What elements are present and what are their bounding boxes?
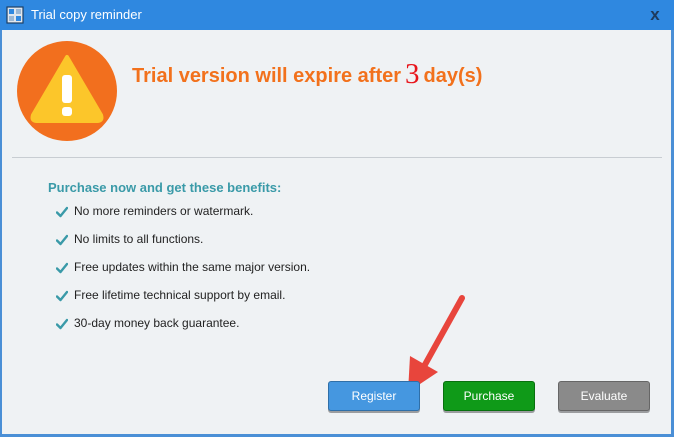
- divider: [12, 157, 662, 158]
- benefit-text: Free lifetime technical support by email…: [74, 288, 286, 302]
- close-button[interactable]: x: [644, 5, 666, 25]
- benefit-text: No limits to all functions.: [74, 232, 204, 246]
- window-title: Trial copy reminder: [31, 7, 142, 22]
- benefits-title: Purchase now and get these benefits:: [48, 180, 282, 195]
- list-item: 30-day money back guarantee.: [56, 316, 310, 344]
- list-item: Free lifetime technical support by email…: [56, 288, 310, 316]
- heading-prefix: Trial version will expire after: [132, 65, 402, 87]
- app-icon: [6, 6, 24, 24]
- list-item: No more reminders or watermark.: [56, 204, 310, 232]
- benefit-text: 30-day money back guarantee.: [74, 316, 240, 330]
- benefit-text: No more reminders or watermark.: [74, 204, 254, 218]
- check-icon: [56, 206, 68, 218]
- trial-reminder-dialog: Trial copy reminder x Trial version will…: [0, 0, 674, 437]
- check-icon: [56, 262, 68, 274]
- check-icon: [56, 234, 68, 246]
- benefit-text: Free updates within the same major versi…: [74, 260, 311, 274]
- title-bar[interactable]: Trial copy reminder x: [0, 0, 674, 30]
- check-icon: [56, 290, 68, 302]
- benefit-list: No more reminders or watermark. No limit…: [56, 204, 310, 344]
- heading-suffix: day(s): [423, 65, 483, 87]
- close-icon: x: [650, 5, 660, 24]
- list-item: Free updates within the same major versi…: [56, 260, 310, 288]
- register-button[interactable]: Register: [328, 381, 420, 411]
- expiry-heading: Trial version will expire after 3 day(s): [132, 57, 482, 90]
- evaluate-button[interactable]: Evaluate: [558, 381, 650, 411]
- check-icon: [56, 318, 68, 330]
- days-remaining: 3: [405, 58, 420, 90]
- list-item: No limits to all functions.: [56, 232, 310, 260]
- dialog-body: Trial version will expire after 3 day(s) P…: [2, 30, 671, 434]
- warning-icon: [17, 41, 117, 141]
- purchase-button[interactable]: Purchase: [443, 381, 535, 411]
